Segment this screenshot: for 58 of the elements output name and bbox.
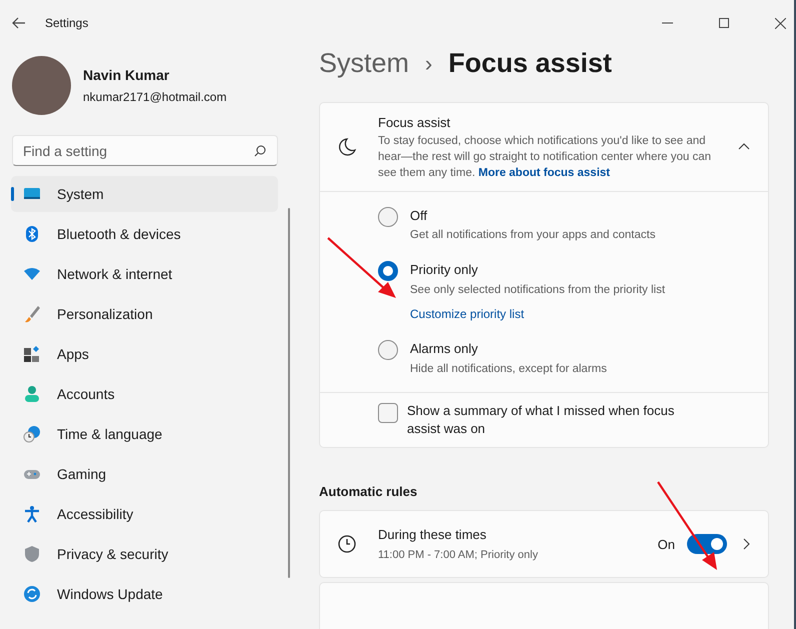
option-label: Alarms only [410, 340, 479, 358]
more-link[interactable]: More about focus assist [478, 166, 610, 178]
sidebar-item[interactable]: System [11, 176, 278, 212]
close-icon[interactable] [775, 18, 786, 28]
sync-icon [23, 585, 41, 603]
shield-icon [23, 545, 41, 563]
option-description: Get all notifications from your apps and contacts [410, 228, 656, 243]
sidebar-item[interactable]: Personalization [11, 296, 278, 332]
clock-icon [338, 535, 356, 554]
sidebar-item[interactable]: Time & language [11, 416, 278, 452]
search-icon [254, 145, 266, 157]
option-label: Off [410, 206, 428, 224]
option-description: Hide all notifications, except for alarms [410, 362, 607, 376]
option-description: See only selected notifications from the priority list [410, 282, 666, 298]
person-icon [23, 385, 41, 403]
search-field[interactable]: Find a setting [12, 135, 278, 166]
account-email: nkumar2171@hotmail.com [83, 89, 227, 106]
moon-icon [338, 136, 358, 157]
sidebar-item[interactable]: Windows Update [11, 576, 278, 612]
bluetooth-icon [23, 225, 41, 243]
accessibility-icon [23, 505, 41, 523]
rule-card[interactable]: During these times 11:00 PM - 7:00 AM; Priority only On [319, 510, 769, 578]
account-name: Navin Kumar [83, 66, 170, 85]
brush-icon [23, 305, 41, 323]
toggle-switch[interactable] [687, 534, 727, 554]
sidebar-item[interactable]: Privacy & security [11, 536, 278, 572]
card-description: To stay focused, choose which notifications you'd like to see and hear—the rest will go straight to notification center where you can see them any time. More about focus assist [378, 134, 712, 180]
sidebar-item[interactable]: Apps [11, 336, 278, 372]
sidebar-item[interactable]: Bluetooth & devices [11, 216, 278, 252]
customize-link[interactable]: Customize priority list [410, 305, 524, 323]
radio-button[interactable] [378, 261, 398, 282]
radio-button[interactable] [378, 206, 398, 226]
annotation-arrow [326, 236, 398, 300]
sidebar-item[interactable]: Accessibility [11, 496, 278, 532]
sidebar-item[interactable]: Accounts [11, 376, 278, 412]
back-arrow-icon[interactable] [12, 17, 26, 29]
toggle-state-label: On [658, 536, 675, 554]
checkbox-label: Show a summary of what I missed when focus assist was on [407, 402, 676, 438]
section-heading: Automatic rules [319, 482, 418, 501]
apps-icon [23, 345, 41, 363]
option-label: Priority only [410, 261, 479, 280]
chevron-right-icon[interactable] [743, 538, 750, 550]
radio-button[interactable] [378, 340, 398, 360]
rule-subtitle: 11:00 PM - 7:00 AM; Priority only [378, 548, 539, 563]
breadcrumb-separator: › [425, 50, 432, 78]
breadcrumb-parent[interactable]: System [319, 42, 410, 84]
sidebar-item[interactable]: Network & internet [11, 256, 278, 292]
card-title: Focus assist [378, 114, 452, 132]
sidebar-item[interactable]: Gaming [11, 456, 278, 492]
scrollbar[interactable] [288, 208, 290, 578]
page-title: Focus assist [448, 46, 612, 80]
window-title: Settings [45, 15, 88, 32]
minimize-icon[interactable] [662, 22, 673, 24]
chevron-up-icon[interactable] [738, 143, 750, 150]
globe-clock-icon [23, 425, 41, 443]
rule-title: During these times [378, 526, 488, 544]
checkbox[interactable] [378, 402, 398, 423]
maximize-icon[interactable] [719, 18, 729, 28]
